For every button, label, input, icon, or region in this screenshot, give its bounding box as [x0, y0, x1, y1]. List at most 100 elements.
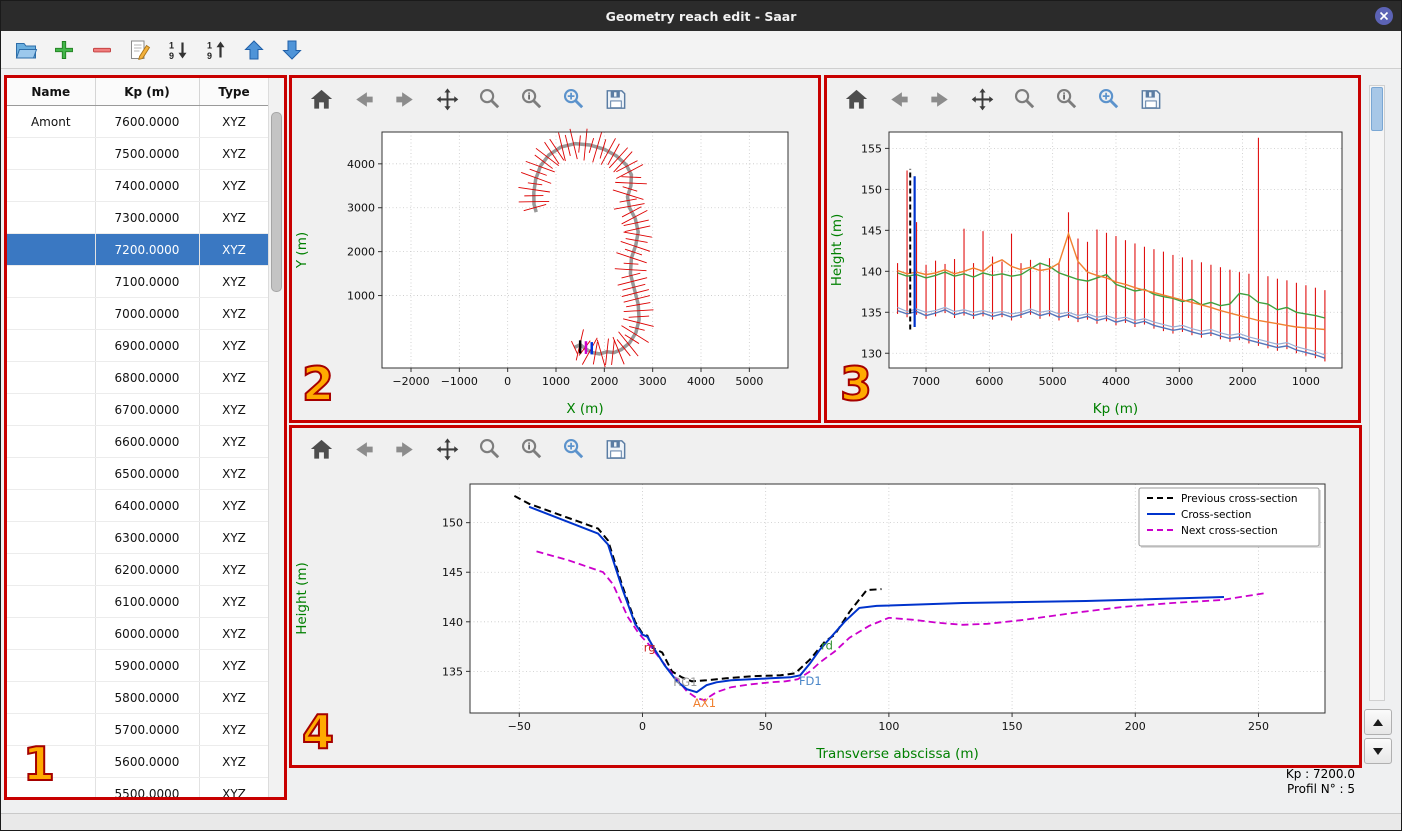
- table-cell[interactable]: 6500.0000: [95, 457, 200, 490]
- table-cell[interactable]: 7200.0000: [95, 233, 200, 266]
- home-button[interactable]: [306, 434, 336, 464]
- table-cell[interactable]: XYZ: [199, 361, 270, 394]
- table-cell[interactable]: XYZ: [199, 169, 270, 202]
- table-cell[interactable]: XYZ: [199, 617, 270, 650]
- back-button[interactable]: [348, 434, 378, 464]
- table-cell[interactable]: [7, 201, 96, 234]
- configure-subplots-button[interactable]: i: [516, 434, 546, 464]
- table-cell[interactable]: XYZ: [199, 137, 270, 170]
- table-cell[interactable]: [7, 297, 96, 330]
- table-cell[interactable]: [7, 457, 96, 490]
- configure-subplots-button[interactable]: i: [516, 84, 546, 114]
- table-cell[interactable]: 5600.0000: [95, 745, 200, 778]
- vertical-scrollbar[interactable]: [1369, 85, 1385, 701]
- table-cell[interactable]: [7, 585, 96, 618]
- next-profile-button[interactable]: [1364, 738, 1392, 764]
- column-header-kp[interactable]: Kp (m): [95, 78, 200, 106]
- zoom-button[interactable]: [474, 84, 504, 114]
- table-cell[interactable]: 7000.0000: [95, 297, 200, 330]
- back-button[interactable]: [883, 84, 913, 114]
- table-cell[interactable]: [7, 617, 96, 650]
- table-cell[interactable]: 7400.0000: [95, 169, 200, 202]
- customize-button[interactable]: [558, 434, 588, 464]
- vertical-scrollbar-thumb[interactable]: [1371, 87, 1383, 131]
- save-button[interactable]: [600, 434, 630, 464]
- back-button[interactable]: [348, 84, 378, 114]
- table-cell[interactable]: [7, 265, 96, 298]
- table-cell[interactable]: [7, 649, 96, 682]
- previous-profile-button[interactable]: [1364, 709, 1392, 735]
- table-scrollbar[interactable]: [268, 78, 284, 797]
- table-row[interactable]: 6000.0000 XYZ: [7, 617, 270, 650]
- plan-view-canvas[interactable]: −2000 −1000 0 1000 2000 3000 4000 5000 1000 2000 3…: [292, 120, 818, 420]
- zoom-button[interactable]: [474, 434, 504, 464]
- table-cell[interactable]: [7, 233, 96, 266]
- table-cell[interactable]: [7, 425, 96, 458]
- edit-cross-section-button[interactable]: [125, 35, 155, 65]
- table-cell[interactable]: 7100.0000: [95, 265, 200, 298]
- zoom-button[interactable]: [1009, 84, 1039, 114]
- table-row[interactable]: 7100.0000 XYZ: [7, 265, 270, 298]
- table-row[interactable]: 7500.0000 XYZ: [7, 137, 270, 170]
- table-row[interactable]: 7300.0000 XYZ: [7, 201, 270, 234]
- cross-section-canvas[interactable]: −50 0 50 100 150 200 250 135 140 145 150 Transverse…: [292, 470, 1359, 765]
- close-button[interactable]: [1375, 7, 1393, 25]
- table-row[interactable]: 6600.0000 XYZ: [7, 425, 270, 458]
- home-button[interactable]: [306, 84, 336, 114]
- table-cell[interactable]: XYZ: [199, 681, 270, 714]
- table-row[interactable]: 5900.0000 XYZ: [7, 649, 270, 682]
- table-cell[interactable]: XYZ: [199, 777, 270, 797]
- table-cell[interactable]: XYZ: [199, 425, 270, 458]
- table-cell[interactable]: 6000.0000: [95, 617, 200, 650]
- pan-button[interactable]: [432, 84, 462, 114]
- table-row[interactable]: 7400.0000 XYZ: [7, 169, 270, 202]
- table-cell[interactable]: [7, 329, 96, 362]
- table-cell[interactable]: XYZ: [199, 297, 270, 330]
- column-header-type[interactable]: Type: [199, 78, 270, 106]
- forward-button[interactable]: [390, 84, 420, 114]
- table-cell[interactable]: 6700.0000: [95, 393, 200, 426]
- table-cell[interactable]: 7500.0000: [95, 137, 200, 170]
- table-cell[interactable]: [7, 361, 96, 394]
- sort-ascending-button[interactable]: 19: [163, 35, 193, 65]
- move-down-button[interactable]: [277, 35, 307, 65]
- table-row[interactable]: 6100.0000 XYZ: [7, 585, 270, 618]
- save-button[interactable]: [600, 84, 630, 114]
- table-cell[interactable]: [7, 393, 96, 426]
- table-cell[interactable]: XYZ: [199, 649, 270, 682]
- table-cell[interactable]: 6600.0000: [95, 425, 200, 458]
- pan-button[interactable]: [432, 434, 462, 464]
- table-cell[interactable]: 6100.0000: [95, 585, 200, 618]
- table-row[interactable]: 5800.0000 XYZ: [7, 681, 270, 714]
- forward-button[interactable]: [390, 434, 420, 464]
- table-row[interactable]: 6900.0000 XYZ: [7, 329, 270, 362]
- table-cell[interactable]: XYZ: [199, 457, 270, 490]
- table-row[interactable]: 6200.0000 XYZ: [7, 553, 270, 586]
- forward-button[interactable]: [925, 84, 955, 114]
- table-cell[interactable]: [7, 489, 96, 522]
- table-cell[interactable]: 5800.0000: [95, 681, 200, 714]
- table-cell[interactable]: 5900.0000: [95, 649, 200, 682]
- table-cell[interactable]: XYZ: [199, 329, 270, 362]
- table-cell[interactable]: [7, 137, 96, 170]
- table-cell[interactable]: 6900.0000: [95, 329, 200, 362]
- table-cell[interactable]: XYZ: [199, 201, 270, 234]
- table-cell[interactable]: [7, 521, 96, 554]
- table-cell[interactable]: XYZ: [199, 553, 270, 586]
- move-up-button[interactable]: [239, 35, 269, 65]
- table-cell[interactable]: 5700.0000: [95, 713, 200, 746]
- table-row[interactable]: 6700.0000 XYZ: [7, 393, 270, 426]
- table-cell[interactable]: 6200.0000: [95, 553, 200, 586]
- table-cell[interactable]: XYZ: [199, 105, 270, 138]
- table-row[interactable]: 6500.0000 XYZ: [7, 457, 270, 490]
- table-row[interactable]: 7000.0000 XYZ: [7, 297, 270, 330]
- column-header-name[interactable]: Name: [7, 78, 96, 106]
- table-cell[interactable]: [7, 681, 96, 714]
- table-cell[interactable]: XYZ: [199, 745, 270, 778]
- table-cell[interactable]: XYZ: [199, 265, 270, 298]
- pan-button[interactable]: [967, 84, 997, 114]
- remove-cross-section-button[interactable]: [87, 35, 117, 65]
- table-cell[interactable]: XYZ: [199, 489, 270, 522]
- table-cell[interactable]: 7600.0000: [95, 105, 200, 138]
- customize-button[interactable]: [558, 84, 588, 114]
